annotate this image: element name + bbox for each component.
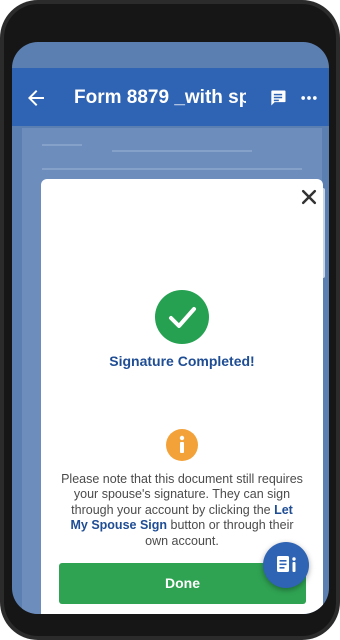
document-info-icon xyxy=(277,556,296,572)
check-circle-icon xyxy=(155,290,209,344)
app-bar: Form 8879 _with sp... xyxy=(12,68,329,126)
more-options-icon[interactable] xyxy=(299,88,319,108)
phone-frame: Form 8879 _with sp... xyxy=(0,0,340,640)
screen: Form 8879 _with sp... xyxy=(12,42,329,614)
page-title: Form 8879 _with sp... xyxy=(74,87,246,108)
info-icon xyxy=(166,429,198,461)
document-info-button[interactable] xyxy=(263,542,309,588)
status-title: Signature Completed! xyxy=(109,353,255,369)
close-icon[interactable] xyxy=(299,187,319,207)
chat-icon[interactable] xyxy=(268,88,288,108)
back-arrow-icon[interactable] xyxy=(24,86,48,110)
message-text: Please note that this document still req… xyxy=(61,472,303,517)
spouse-signature-message: Please note that this document still req… xyxy=(61,472,303,549)
